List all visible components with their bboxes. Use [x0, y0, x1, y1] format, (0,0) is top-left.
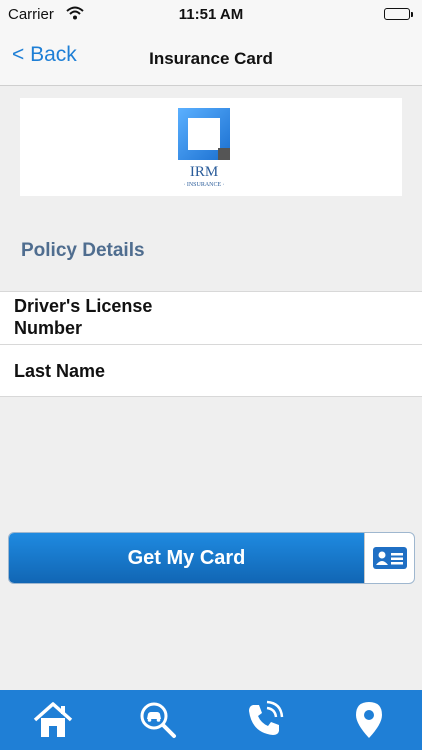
tab-bar [0, 690, 422, 750]
home-icon [33, 702, 72, 737]
tab-car-search[interactable] [106, 690, 212, 750]
last-name-field[interactable]: Last Name [0, 344, 422, 397]
phone-icon [248, 700, 283, 735]
get-my-card-button[interactable]: Get My Card [9, 533, 364, 583]
get-my-card-label: Get My Card [127, 546, 246, 569]
id-card-button[interactable] [364, 533, 414, 583]
last-name-label: Last Name [14, 361, 106, 381]
drivers-license-field[interactable]: Driver's License Number [0, 291, 422, 344]
section-title-policy-details: Policy Details [21, 240, 145, 261]
logo-text: IRM [190, 164, 218, 180]
get-card-control: Get My Card [8, 532, 415, 584]
id-card-icon [372, 547, 407, 569]
navigation-bar: < Back Insurance Card [0, 30, 422, 86]
status-bar: Carrier 11:51 AM [0, 0, 422, 30]
tab-phone[interactable] [211, 690, 317, 750]
tab-location[interactable] [317, 690, 422, 750]
irm-logo: IRM · INSURANCE · [178, 108, 230, 188]
battery-tip [411, 12, 413, 17]
company-logo-banner: IRM · INSURANCE · [20, 98, 402, 196]
car-search-icon [140, 702, 177, 738]
status-time: 11:51 AM [178, 6, 244, 23]
logo-subtext: · INSURANCE · [183, 182, 224, 188]
drivers-license-label: Driver's License Number [14, 296, 153, 338]
battery-icon [384, 8, 410, 20]
page-title: Insurance Card [149, 49, 273, 68]
tab-home[interactable] [0, 690, 106, 750]
location-pin-icon [356, 702, 383, 738]
